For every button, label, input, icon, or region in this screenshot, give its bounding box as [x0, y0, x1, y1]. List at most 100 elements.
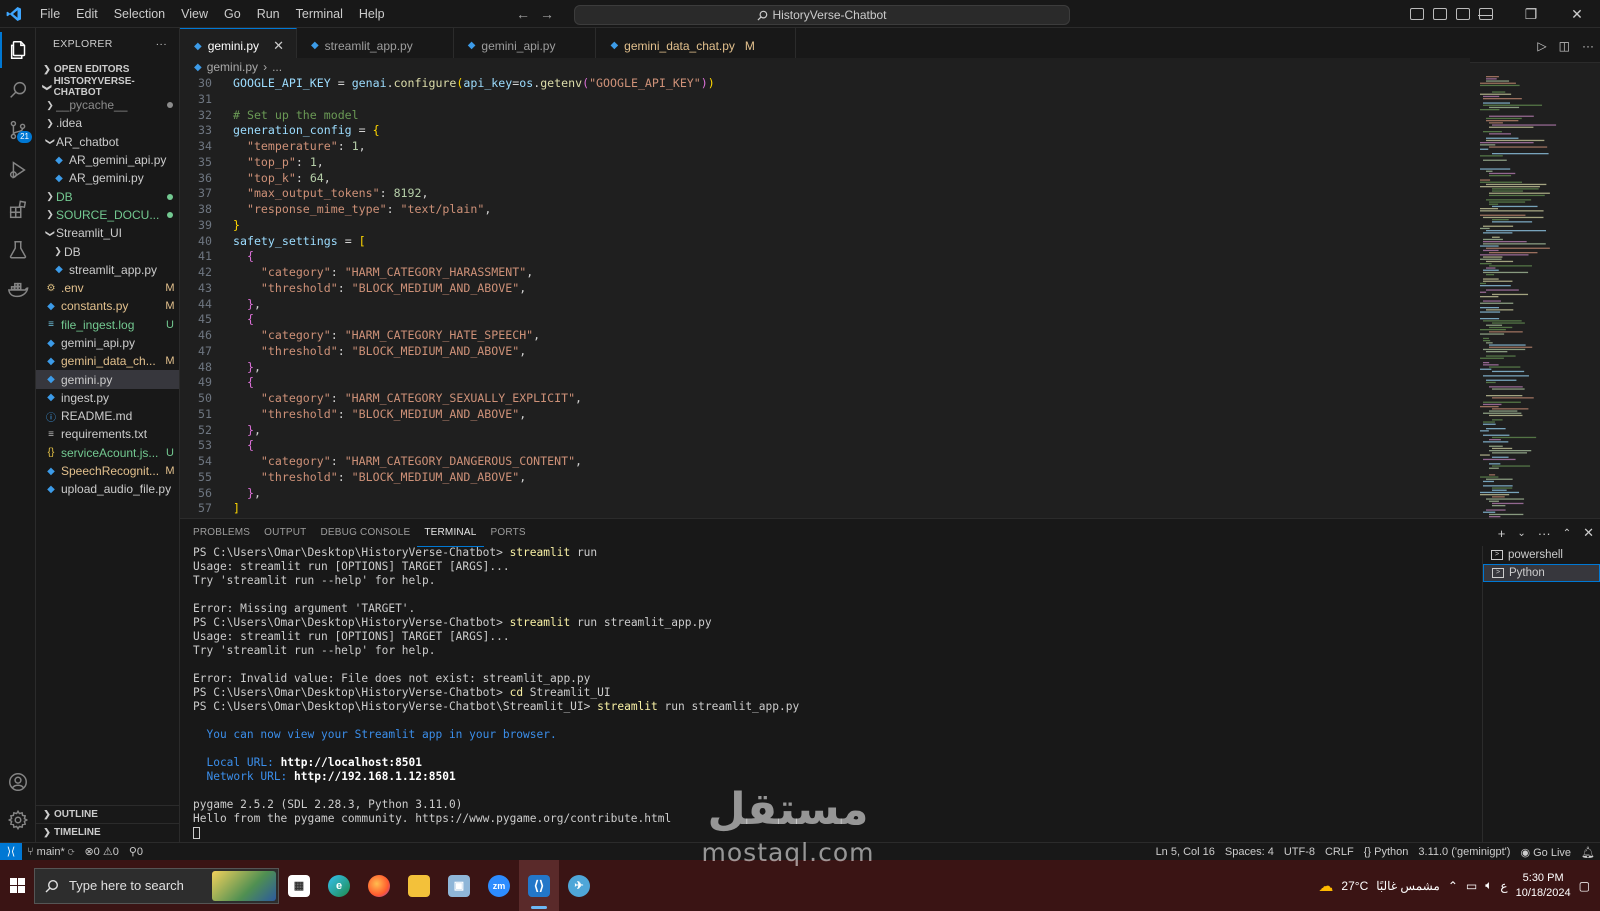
code-line[interactable]: 52 }, [180, 423, 1476, 439]
more-actions-icon[interactable]: ··· [156, 38, 167, 50]
code-line[interactable]: 31 [180, 92, 1476, 108]
tree-item[interactable]: ❯ DB [36, 242, 179, 260]
close-tab-icon[interactable]: ✕ [273, 38, 284, 54]
toggle-primary-sidebar-icon[interactable] [1410, 8, 1424, 20]
menu-item-edit[interactable]: Edit [68, 0, 106, 28]
encoding[interactable]: UTF-8 [1279, 846, 1320, 858]
indentation[interactable]: Spaces: 4 [1220, 846, 1279, 858]
panel-tab-debug-console[interactable]: DEBUG CONSOLE [313, 519, 417, 547]
terminal-url[interactable]: http://localhost:8501 [281, 756, 422, 769]
code-line[interactable]: 44 }, [180, 297, 1476, 313]
run-file-icon[interactable]: ▷ [1537, 39, 1546, 53]
firefox-icon[interactable] [359, 860, 399, 911]
search-icon[interactable] [0, 72, 36, 108]
edge-icon[interactable]: e [319, 860, 359, 911]
interpreter[interactable]: 3.11.0 ('geminigpt') [1413, 846, 1515, 858]
code-line[interactable]: 42 "category": "HARM_CATEGORY_HARASSMENT… [180, 265, 1476, 281]
new-terminal-icon[interactable]: + [1498, 526, 1506, 541]
code-line[interactable]: 30 GOOGLE_API_KEY = genai.configure(api_k… [180, 76, 1476, 92]
input-language[interactable]: ع [1500, 879, 1507, 893]
code-line[interactable]: 47 "threshold": "BLOCK_MEDIUM_AND_ABOVE"… [180, 344, 1476, 360]
testing-icon[interactable] [0, 232, 36, 268]
panel-tab-ports[interactable]: PORTS [484, 519, 533, 547]
language-mode[interactable]: {} Python [1359, 846, 1414, 858]
code-line[interactable]: 38 "response_mime_type": "text/plain", [180, 202, 1476, 218]
code-line[interactable]: 56 }, [180, 486, 1476, 502]
zoom-icon[interactable]: zm [479, 860, 519, 911]
code-line[interactable]: 55 "threshold": "BLOCK_MEDIUM_AND_ABOVE"… [180, 470, 1476, 486]
menu-item-go[interactable]: Go [216, 0, 249, 28]
tree-item[interactable]: ❯ __pycache__ [36, 96, 179, 114]
notification-center-icon[interactable]: ▢ [1579, 879, 1590, 893]
tree-item[interactable]: ≡ file_ingest.log U [36, 316, 179, 334]
source-control-icon[interactable]: 21 [0, 112, 36, 148]
chevron-down-icon[interactable]: ⌄ [1517, 528, 1525, 539]
account-icon[interactable] [0, 764, 36, 800]
minimize-icon[interactable]: — [1462, 0, 1508, 28]
menu-item-run[interactable]: Run [249, 0, 288, 28]
code-line[interactable]: 46 "category": "HARM_CATEGORY_HATE_SPEEC… [180, 328, 1476, 344]
tree-item[interactable]: ⚙ .env M [36, 279, 179, 297]
tree-item[interactable]: ❯ SOURCE_DOCU... [36, 206, 179, 224]
minimap[interactable] [1476, 76, 1600, 518]
code-line[interactable]: 43 "threshold": "BLOCK_MEDIUM_AND_ABOVE"… [180, 281, 1476, 297]
speaker-icon[interactable]: 🔈︎ [1485, 878, 1492, 893]
tree-item[interactable]: ◆ constants.py M [36, 297, 179, 315]
tree-item[interactable]: ❯ Streamlit_UI [36, 224, 179, 242]
clock[interactable]: 5:30 PM 10/18/2024 [1516, 871, 1571, 901]
code-line[interactable]: 50 "category": "HARM_CATEGORY_SEXUALLY_E… [180, 391, 1476, 407]
split-editor-icon[interactable]: ◫ [1559, 39, 1570, 53]
panel-tab-terminal[interactable]: TERMINAL [417, 519, 484, 547]
menu-item-selection[interactable]: Selection [106, 0, 173, 28]
tree-item[interactable]: ❯ .idea [36, 114, 179, 132]
project-section[interactable]: ❯ HISTORYVERSE-CHATBOT [36, 76, 179, 98]
maximize-panel-icon[interactable]: ⌃ [1563, 528, 1571, 539]
code-line[interactable]: 32 # Set up the model [180, 108, 1476, 124]
timeline-section[interactable]: ❯ TIMELINE [36, 823, 179, 841]
terminal-instance-python[interactable]: > Python [1483, 564, 1600, 582]
tree-item[interactable]: ◆ streamlit_app.py [36, 261, 179, 279]
breadcrumb-symbol[interactable]: ... [272, 60, 282, 74]
notifications-bell-icon[interactable]: 🔔︎ [1576, 846, 1600, 859]
code-line[interactable]: 34 "temperature": 1, [180, 139, 1476, 155]
code-line[interactable]: 54 "category": "HARM_CATEGORY_DANGEROUS_… [180, 454, 1476, 470]
tree-item[interactable]: ❯ AR_chatbot [36, 133, 179, 151]
more-actions-icon[interactable]: ··· [1582, 39, 1594, 53]
network-icon[interactable]: ▭ [1466, 879, 1477, 893]
tree-item[interactable]: ≡ requirements.txt [36, 425, 179, 443]
restore-icon[interactable]: ❐ [1508, 0, 1554, 28]
menu-item-view[interactable]: View [173, 0, 216, 28]
line-ending[interactable]: CRLF [1320, 846, 1359, 858]
docker-icon[interactable] [0, 272, 36, 308]
taskbar-search[interactable]: Type here to search [34, 867, 279, 904]
command-center-search[interactable]: HistoryVerse-Chatbot [574, 5, 1070, 25]
ports-item[interactable]: ⚲0 [124, 845, 148, 858]
code-line[interactable]: 49 { [180, 375, 1476, 391]
toggle-panel-icon[interactable] [1433, 8, 1447, 20]
run-debug-icon[interactable] [0, 152, 36, 188]
terminal-url[interactable]: http://192.168.1.12:8501 [294, 770, 456, 783]
close-panel-icon[interactable]: ✕ [1583, 525, 1594, 541]
terminal-instance-powershell[interactable]: > powershell [1483, 546, 1600, 564]
code-line[interactable]: 51 "threshold": "BLOCK_MEDIUM_AND_ABOVE"… [180, 407, 1476, 423]
tree-item[interactable]: ❯ DB [36, 187, 179, 205]
weather-temp[interactable]: 27°C [1341, 879, 1368, 893]
menu-item-file[interactable]: File [32, 0, 68, 28]
outline-section[interactable]: ❯ OUTLINE [36, 805, 179, 823]
panel-tab-problems[interactable]: PROBLEMS [186, 519, 257, 547]
photos-icon[interactable]: ▣ [439, 860, 479, 911]
code-line[interactable]: 35 "top_p": 1, [180, 155, 1476, 171]
windows-start-icon[interactable] [0, 860, 34, 911]
cursor-position[interactable]: Ln 5, Col 16 [1151, 846, 1220, 858]
tree-item[interactable]: ◆ AR_gemini.py [36, 169, 179, 187]
tree-item[interactable]: ◆ AR_gemini_api.py [36, 151, 179, 169]
code-line[interactable]: 36 "top_k": 64, [180, 171, 1476, 187]
remote-indicator-icon[interactable]: ⟩⟨ [0, 842, 22, 861]
tree-item[interactable]: ◆ ingest.py [36, 389, 179, 407]
weather-text[interactable]: مشمس غالبًا [1376, 879, 1440, 893]
explorer-icon[interactable] [0, 32, 36, 68]
tree-item[interactable]: ◆ gemini_api.py [36, 334, 179, 352]
branch-item[interactable]: ⑂ main* ⟳ [22, 846, 79, 858]
tree-item[interactable]: ◆ upload_audio_file.py [36, 480, 179, 498]
problems-item[interactable]: ⊗0 ⚠0 [79, 845, 123, 858]
